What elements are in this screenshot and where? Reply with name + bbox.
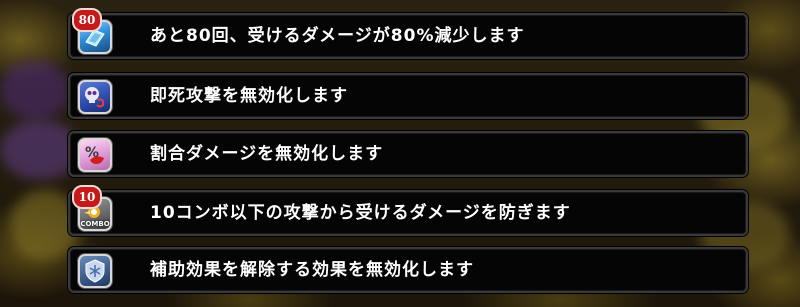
- effect-row: COMBO 10コンボ以下の攻撃から受けるダメージを防ぎます: [68, 190, 748, 236]
- effect-text: 10コンボ以下の攻撃から受けるダメージを防ぎます: [150, 203, 571, 223]
- skull-icon: [78, 80, 112, 114]
- count-badge: 10: [72, 185, 102, 209]
- effect-row: 即死攻撃を無効化します: [68, 73, 748, 119]
- effect-text: 割合ダメージを無効化します: [150, 144, 384, 164]
- percent-icon: %: [78, 138, 112, 172]
- effect-text: 即死攻撃を無効化します: [150, 86, 348, 106]
- effect-row: % 割合ダメージを無効化します: [68, 131, 748, 177]
- effect-row: あと80回、受けるダメージが80%減少します: [68, 13, 748, 59]
- count-badge: 80: [72, 8, 102, 32]
- effect-text: 補助効果を解除する効果を無効化します: [150, 260, 474, 280]
- effect-row: 補助効果を解除する効果を無効化します: [68, 247, 748, 293]
- combo-label: COMBO: [80, 220, 110, 228]
- effect-text: あと80回、受けるダメージが80%減少します: [150, 26, 525, 46]
- shield-snowflake-icon: [78, 254, 112, 288]
